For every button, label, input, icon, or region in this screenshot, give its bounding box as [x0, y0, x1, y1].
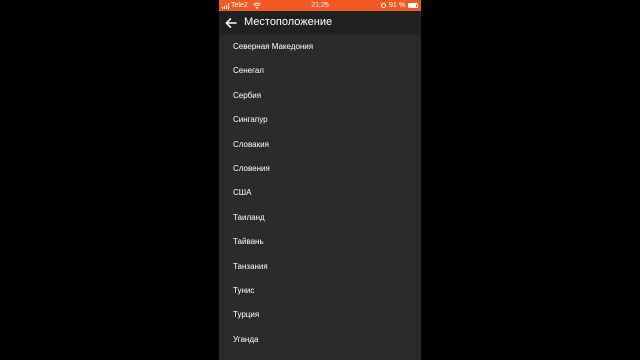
list-item-country[interactable]: Словакия [219, 133, 421, 157]
list-item-country[interactable]: Сингапур [219, 108, 421, 132]
status-right: 91 % [381, 0, 418, 11]
country-list: Северная Македония Сенегал Сербия Сингап… [219, 35, 421, 352]
battery-fill [409, 4, 417, 7]
list-item-country[interactable]: Словения [219, 157, 421, 181]
list-item-country[interactable]: Тунис [219, 279, 421, 303]
list-item-country[interactable]: Северная Македония [219, 35, 421, 59]
battery-percent: 91 % [389, 2, 405, 9]
header-bar: Местоположение [219, 11, 421, 35]
status-bar: Tele2 21:25 91 % [219, 0, 421, 11]
page-title: Местоположение [244, 16, 333, 28]
list-item-country[interactable]: Турция [219, 303, 421, 327]
battery-icon [408, 3, 418, 8]
arrow-left-icon[interactable] [224, 16, 238, 30]
list-item-country[interactable]: Сенегал [219, 59, 421, 83]
alarm-icon [381, 3, 387, 8]
list-item-country[interactable]: Таиланд [219, 206, 421, 230]
list-item-country[interactable]: Танзания [219, 255, 421, 279]
phone-screen: Tele2 21:25 91 % Местоположение Северная… [219, 0, 421, 360]
list-item-country[interactable]: Уганда [219, 328, 421, 352]
list-item-country[interactable]: Тайвань [219, 230, 421, 254]
list-item-country[interactable]: США [219, 181, 421, 205]
list-item-country[interactable]: Сербия [219, 84, 421, 108]
